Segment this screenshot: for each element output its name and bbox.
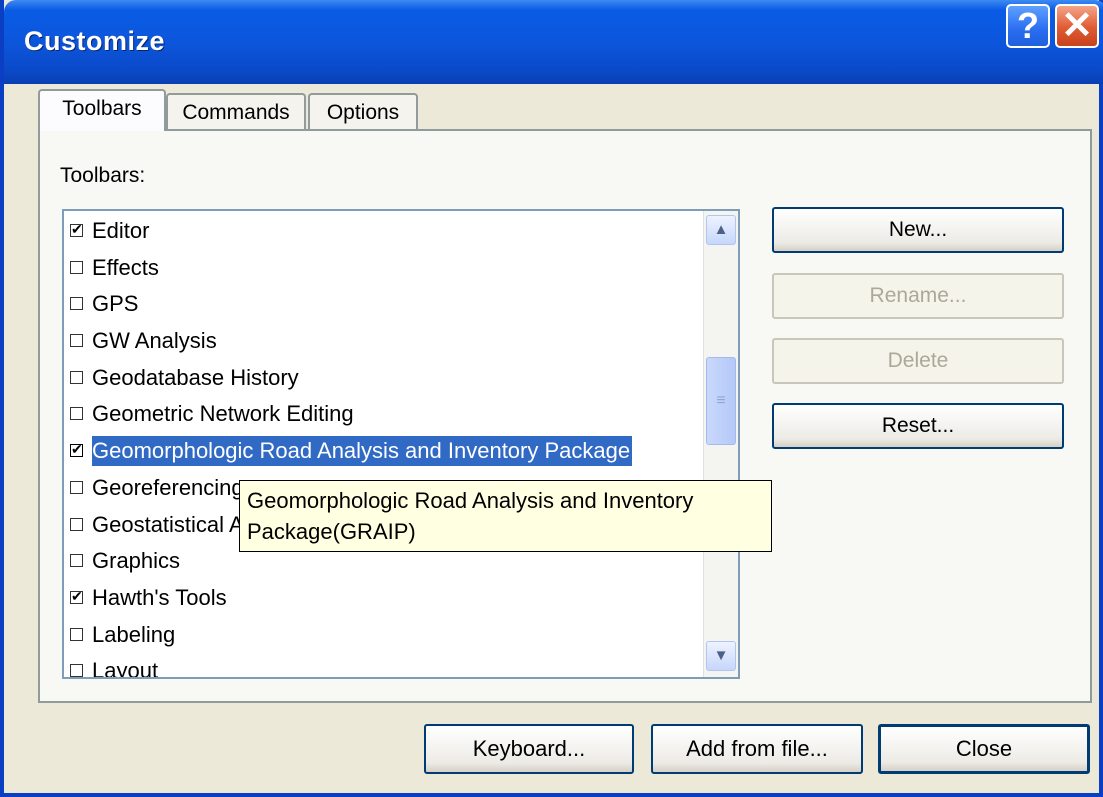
- list-item-label: Labeling: [92, 621, 176, 647]
- checkbox[interactable]: [70, 219, 83, 239]
- list-item[interactable]: Geomorphologic Road Analysis and Invento…: [64, 434, 704, 471]
- checkbox[interactable]: [70, 407, 83, 421]
- checkbox[interactable]: [70, 480, 83, 494]
- list-item[interactable]: GPS: [64, 287, 704, 324]
- close-icon[interactable]: ✕: [1055, 4, 1099, 48]
- toolbars-tab-panel: Toolbars: Editor Effects GPS GW Analysis…: [38, 129, 1092, 703]
- checkbox[interactable]: [70, 439, 83, 459]
- tab-commands[interactable]: Commands: [166, 93, 306, 131]
- tooltip: Geomorphologic Road Analysis and Invento…: [239, 480, 772, 552]
- close-button[interactable]: Close: [878, 724, 1090, 774]
- list-item[interactable]: Editor: [64, 214, 704, 251]
- list-item[interactable]: GW Analysis: [64, 324, 704, 361]
- toolbars-list[interactable]: Editor Effects GPS GW Analysis Geodataba…: [62, 209, 740, 679]
- list-item-label: GPS: [92, 291, 139, 317]
- customize-dialog: Customize ? ✕ Toolbars Commands Options …: [0, 0, 1103, 797]
- vertical-scrollbar[interactable]: ▲ ≡ ▼: [703, 211, 738, 677]
- tab-options[interactable]: Options: [308, 93, 418, 131]
- list-item-label: Effects: [92, 254, 159, 280]
- checkbox[interactable]: [70, 334, 83, 348]
- list-item-label: Geomorphologic Road Analysis and Invento…: [92, 436, 633, 467]
- keyboard-button[interactable]: Keyboard...: [424, 724, 634, 774]
- checkbox[interactable]: [70, 664, 83, 677]
- checkbox[interactable]: [70, 627, 83, 641]
- list-item-label: Georeferencing: [92, 474, 244, 500]
- list-item[interactable]: Layout: [64, 654, 704, 679]
- checkbox[interactable]: [70, 586, 83, 606]
- list-item[interactable]: Effects: [64, 251, 704, 288]
- checkbox[interactable]: [70, 554, 83, 568]
- list-item-label: Editor: [92, 218, 150, 243]
- scroll-up-icon[interactable]: ▲: [706, 215, 736, 245]
- list-item[interactable]: Labeling: [64, 618, 704, 655]
- list-item-label: Geodatabase History: [92, 364, 299, 390]
- toolbars-list-rows: Editor Effects GPS GW Analysis Geodataba…: [64, 214, 704, 679]
- list-item-label: Graphics: [92, 548, 181, 574]
- scroll-down-icon[interactable]: ▼: [706, 641, 736, 671]
- new-button[interactable]: New...: [772, 207, 1064, 253]
- title-bar[interactable]: Customize ? ✕: [4, 0, 1103, 84]
- tab-toolbars[interactable]: Toolbars: [38, 89, 166, 131]
- reset-button[interactable]: Reset...: [772, 403, 1064, 449]
- toolbars-label: Toolbars:: [60, 164, 146, 187]
- list-item[interactable]: Geodatabase History: [64, 361, 704, 398]
- rename-button: Rename...: [772, 273, 1064, 319]
- checkbox[interactable]: [70, 517, 83, 531]
- checkbox[interactable]: [70, 297, 83, 311]
- list-item-label: Hawth's Tools: [92, 584, 227, 610]
- help-icon[interactable]: ?: [1006, 4, 1050, 48]
- list-item[interactable]: Geometric Network Editing: [64, 397, 704, 434]
- checkbox[interactable]: [70, 370, 83, 384]
- add-from-file-button[interactable]: Add from file...: [651, 724, 863, 774]
- delete-button: Delete: [772, 338, 1064, 384]
- list-item-label: GW Analysis: [92, 328, 217, 354]
- list-item[interactable]: Hawth's Tools: [64, 581, 704, 618]
- list-item-label: Layout: [92, 658, 159, 679]
- scroll-thumb[interactable]: ≡: [706, 357, 736, 445]
- list-item-label: Geometric Network Editing: [92, 401, 354, 427]
- window-title: Customize: [24, 26, 166, 56]
- checkbox[interactable]: [70, 260, 83, 274]
